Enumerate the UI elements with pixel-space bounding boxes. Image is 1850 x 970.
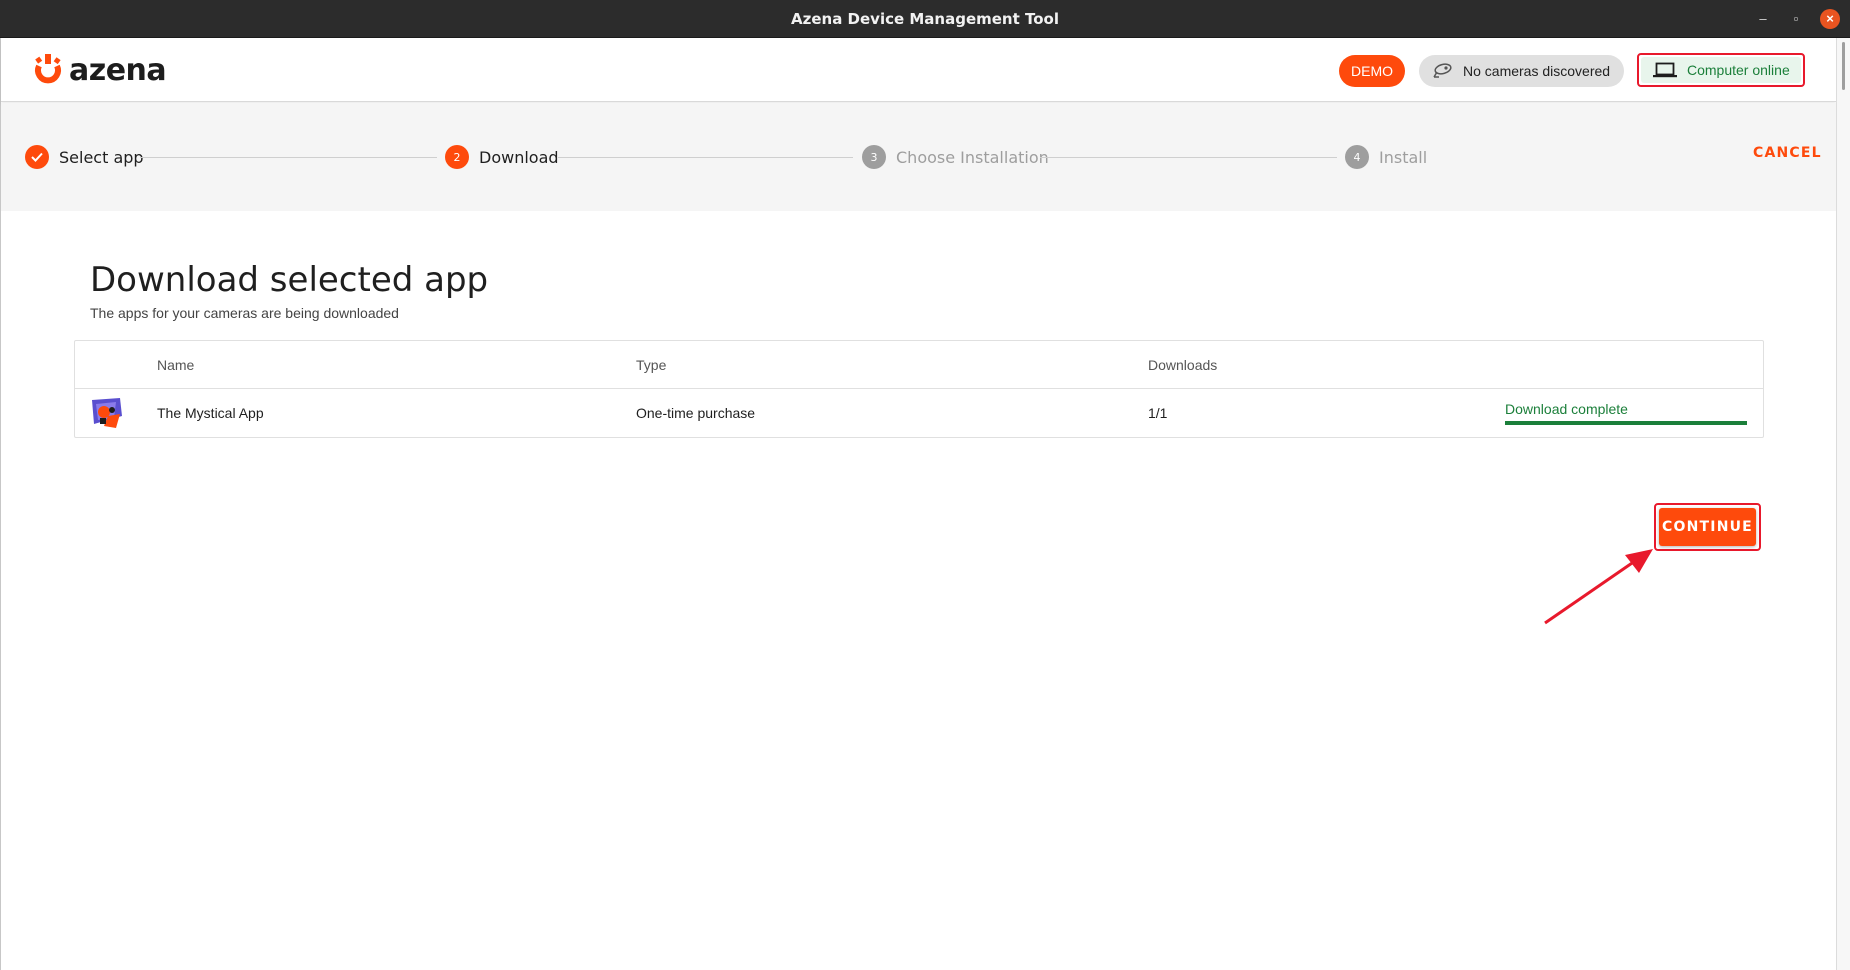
page-title: Download selected app — [90, 260, 489, 300]
continue-highlight: CONTINUE — [1654, 503, 1761, 551]
cameras-status-chip[interactable]: No cameras discovered — [1419, 55, 1624, 87]
azena-logo: azena — [33, 52, 167, 88]
camera-icon — [1431, 63, 1453, 79]
step-connector — [140, 157, 437, 158]
scrollbar-thumb[interactable] — [1842, 42, 1845, 90]
app-name: The Mystical App — [157, 405, 264, 421]
logo-text: azena — [69, 52, 167, 88]
window-titlebar: Azena Device Management Tool – ▫ × — [0, 0, 1850, 38]
restore-icon[interactable]: ▫ — [1786, 9, 1806, 29]
check-icon — [25, 145, 49, 169]
step-label: Choose Installation — [896, 147, 1049, 167]
app-icon — [92, 398, 122, 428]
step-download: 2 Download — [445, 145, 559, 169]
table-header: Name Type Downloads — [75, 341, 1763, 389]
scrollbar[interactable] — [1836, 38, 1850, 970]
cancel-button[interactable]: CANCEL — [1753, 145, 1822, 161]
step-connector — [558, 157, 853, 158]
step-connector — [1040, 157, 1337, 158]
close-icon[interactable]: × — [1820, 9, 1840, 29]
step-number: 4 — [1345, 145, 1369, 169]
page-subtitle: The apps for your cameras are being down… — [90, 305, 399, 321]
computer-online-label: Computer online — [1687, 62, 1790, 78]
app-window: azena DEMO No cameras discovered Compute… — [0, 38, 1836, 970]
step-label: Download — [479, 147, 559, 167]
azena-logo-icon — [35, 54, 61, 84]
downloads-table: Name Type Downloads The Mystical App One… — [74, 340, 1764, 438]
annotation-arrow — [1544, 549, 1653, 625]
column-header-type: Type — [636, 357, 667, 373]
download-progress-bar — [1505, 421, 1747, 425]
step-label: Select app — [59, 147, 144, 167]
column-header-name: Name — [157, 357, 195, 373]
minimize-icon[interactable]: – — [1753, 9, 1773, 29]
cameras-status-label: No cameras discovered — [1463, 63, 1611, 79]
step-choose-installation: 3 Choose Installation — [862, 145, 1049, 169]
demo-badge[interactable]: DEMO — [1339, 55, 1405, 87]
step-number: 2 — [445, 145, 469, 169]
step-number: 3 — [862, 145, 886, 169]
app-type: One-time purchase — [636, 405, 756, 421]
computer-online-chip[interactable]: Computer online — [1637, 53, 1805, 87]
laptop-icon — [1653, 62, 1677, 78]
continue-button[interactable]: CONTINUE — [1659, 508, 1756, 546]
column-header-downloads: Downloads — [1148, 357, 1218, 373]
app-header: azena DEMO No cameras discovered Compute… — [1, 38, 1836, 102]
window-title: Azena Device Management Tool — [791, 10, 1059, 28]
step-install: 4 Install — [1345, 145, 1427, 169]
step-label: Install — [1379, 147, 1428, 167]
download-progress-fill — [1505, 421, 1747, 425]
step-select-app: Select app — [25, 145, 144, 169]
table-row: The Mystical App One-time purchase 1/1 D… — [75, 389, 1763, 438]
download-status: Download complete — [1505, 401, 1628, 417]
download-count: 1/1 — [1148, 405, 1168, 421]
stepper: Select app 2 Download 3 Choose Installat… — [1, 103, 1836, 211]
